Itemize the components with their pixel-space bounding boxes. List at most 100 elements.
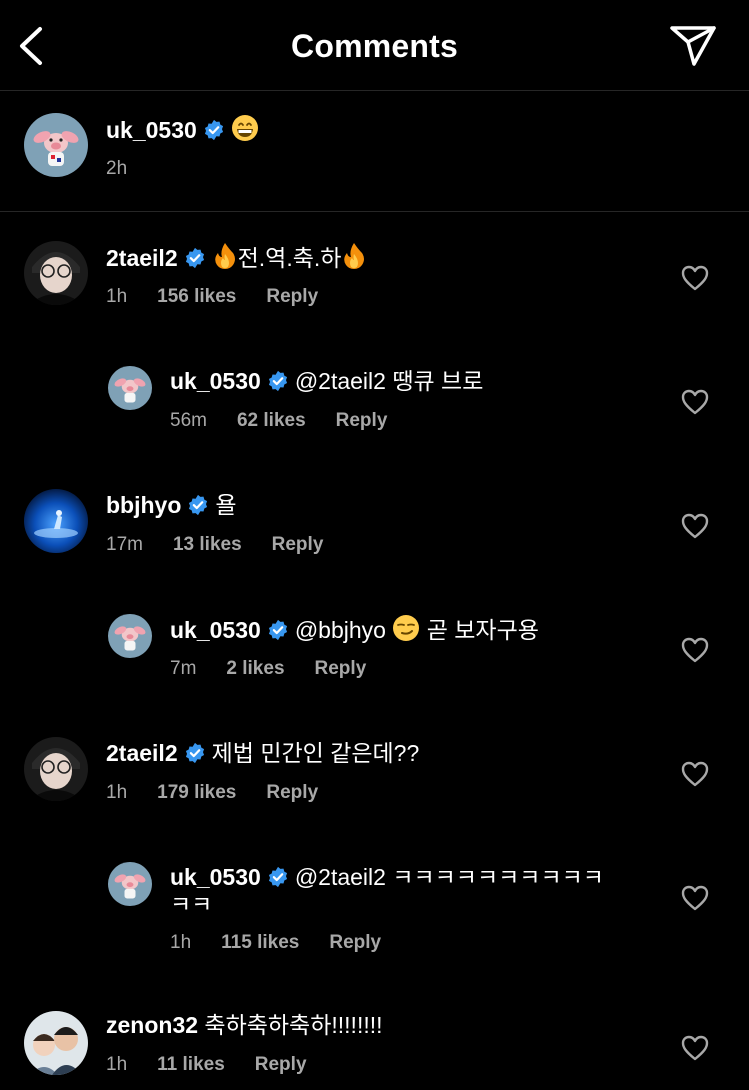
like-button[interactable] <box>681 885 709 911</box>
person-photo-avatar-icon <box>24 737 88 801</box>
mention-text: @bbjhyo <box>294 617 386 643</box>
timestamp: 1h <box>170 932 192 953</box>
paper-plane-icon <box>670 26 716 66</box>
likes-count[interactable]: 62 likes <box>237 410 306 431</box>
verified-badge-icon <box>184 742 206 764</box>
verified-badge-icon <box>267 866 289 888</box>
comment-text: 욜 <box>215 492 237 518</box>
avatar[interactable] <box>24 241 88 305</box>
reply-button[interactable]: Reply <box>255 1054 307 1075</box>
comment-line: uk_0530 @bbjhyo 곧 보자구용 <box>170 614 539 645</box>
timestamp: 7m <box>170 658 197 679</box>
comment-line: uk_0530 @2taeil2 땡큐 브로 <box>170 366 483 396</box>
heart-icon <box>681 389 709 415</box>
family-photo-avatar-icon <box>24 1011 88 1075</box>
comment-text: 제법 민간인 같은데?? <box>211 740 420 766</box>
stage-photo-avatar-icon <box>24 489 88 553</box>
username[interactable]: zenon32 <box>106 1012 198 1038</box>
username[interactable]: uk_0530 <box>170 864 261 890</box>
reply-button[interactable]: Reply <box>329 932 381 953</box>
comment-meta: 1h 115 likes Reply <box>170 932 411 954</box>
comment-line: 2taeil2 전.역.축.하 <box>106 242 367 273</box>
likes-count[interactable]: 115 likes <box>221 932 299 953</box>
verified-badge-icon <box>203 119 225 141</box>
pig-character-avatar-icon <box>24 113 88 177</box>
comment-line: uk_0530 @2taeil2 ㅋㅋㅋㅋㅋㅋㅋㅋㅋㅋ <box>170 862 604 892</box>
verified-badge-icon <box>184 247 206 269</box>
like-button[interactable] <box>681 513 709 539</box>
heart-icon <box>681 265 709 291</box>
comment-meta: 17m 13 likes Reply <box>106 534 353 556</box>
comment-meta: 56m 62 likes Reply <box>170 410 417 432</box>
reply-button[interactable]: Reply <box>315 658 367 679</box>
comment-text: 곧 보자구용 <box>426 617 539 643</box>
comment-text: @2taeil2 ㅋㅋㅋㅋㅋㅋㅋㅋㅋㅋ <box>294 864 604 890</box>
username[interactable]: uk_0530 <box>170 617 261 643</box>
timestamp: 1h <box>106 782 128 803</box>
comment-text-continued: ㅋㅋ <box>170 891 213 917</box>
caption-meta: 2h <box>106 158 157 180</box>
comment-meta: 1h 156 likes Reply <box>106 286 348 308</box>
comment-meta: 7m 2 likes Reply <box>170 658 396 680</box>
comment-line: zenon32 축하축하축하!!!!!!!! <box>106 1010 383 1040</box>
timestamp: 56m <box>170 410 207 431</box>
comment-text: 축하축하축하!!!!!!!! <box>204 1012 383 1038</box>
verified-badge-icon <box>267 370 289 392</box>
avatar[interactable] <box>108 366 152 410</box>
page-title: Comments <box>291 28 458 64</box>
avatar[interactable] <box>24 1011 88 1075</box>
heart-icon <box>681 761 709 787</box>
fire-icon <box>212 242 238 270</box>
comment-line: 2taeil2 제법 민간인 같은데?? <box>106 738 419 768</box>
header-bar: Comments <box>0 0 749 91</box>
username[interactable]: 2taeil2 <box>106 245 178 271</box>
comment-text: @2taeil2 땡큐 브로 <box>294 368 484 394</box>
avatar[interactable] <box>24 489 88 553</box>
reply-button[interactable]: Reply <box>266 286 318 307</box>
timestamp: 1h <box>106 1054 128 1075</box>
timestamp: 1h <box>106 286 128 307</box>
verified-badge-icon <box>267 619 289 641</box>
likes-count[interactable]: 179 likes <box>157 782 236 803</box>
like-button[interactable] <box>681 1035 709 1061</box>
avatar[interactable] <box>108 862 152 906</box>
username[interactable]: uk_0530 <box>170 368 261 394</box>
fire-icon <box>341 242 367 270</box>
heart-icon <box>681 1035 709 1061</box>
avatar[interactable] <box>108 614 152 658</box>
avatar[interactable] <box>24 737 88 801</box>
likes-count[interactable]: 11 likes <box>157 1054 225 1075</box>
caption: uk_0530 2h <box>0 91 749 212</box>
username[interactable]: 2taeil2 <box>106 740 178 766</box>
likes-count[interactable]: 13 likes <box>173 534 242 555</box>
reply-button[interactable]: Reply <box>266 782 318 803</box>
heart-icon <box>681 637 709 663</box>
pig-character-avatar-icon <box>108 614 152 658</box>
heart-icon <box>681 885 709 911</box>
comment-meta: 1h 179 likes Reply <box>106 782 348 804</box>
comment-meta: 1h 11 likes Reply <box>106 1054 337 1076</box>
likes-count[interactable]: 2 likes <box>226 658 284 679</box>
reply-button[interactable]: Reply <box>336 410 388 431</box>
person-photo-avatar-icon <box>24 241 88 305</box>
pig-character-avatar-icon <box>108 366 152 410</box>
heart-icon <box>681 513 709 539</box>
comment-line: bbjhyo 욜 <box>106 490 237 520</box>
comment-text: 전.역.축.하 <box>237 245 342 271</box>
grinning-face-icon <box>231 114 259 142</box>
like-button[interactable] <box>681 637 709 663</box>
like-button[interactable] <box>681 265 709 291</box>
pig-character-avatar-icon <box>108 862 152 906</box>
reply-button[interactable]: Reply <box>272 534 324 555</box>
share-button[interactable] <box>668 22 720 68</box>
like-button[interactable] <box>681 761 709 787</box>
like-button[interactable] <box>681 389 709 415</box>
caption-line: uk_0530 <box>106 114 259 145</box>
likes-count[interactable]: 156 likes <box>157 286 236 307</box>
smirking-face-icon <box>392 614 420 642</box>
timestamp: 2h <box>106 158 128 179</box>
avatar[interactable] <box>24 113 88 177</box>
verified-badge-icon <box>187 494 209 516</box>
username[interactable]: bbjhyo <box>106 492 181 518</box>
username[interactable]: uk_0530 <box>106 117 197 143</box>
